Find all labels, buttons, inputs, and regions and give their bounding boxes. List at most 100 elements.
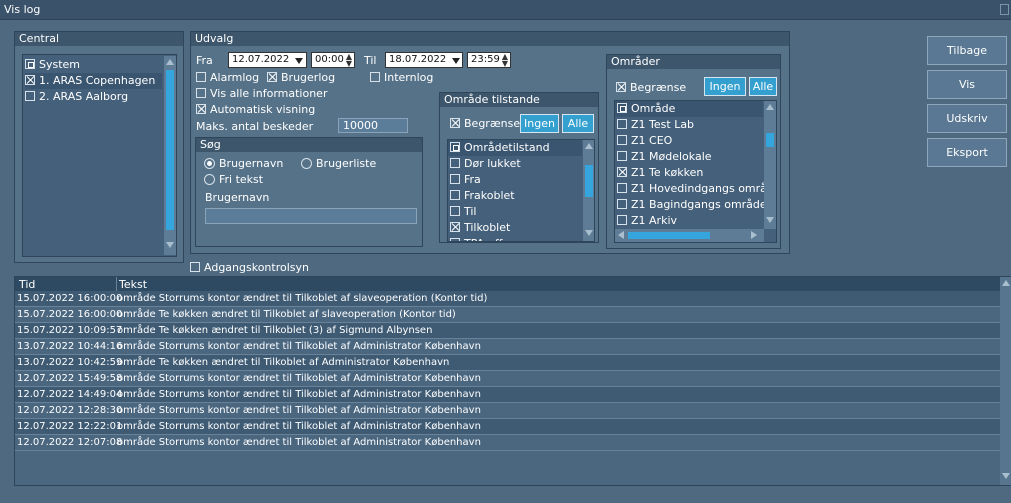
scroll-down-icon[interactable]	[1002, 473, 1010, 479]
ot-header-check-icon[interactable]	[450, 142, 460, 152]
brugernavn-input[interactable]	[205, 208, 417, 224]
ot-list-item[interactable]: Tilkoblet	[450, 220, 582, 236]
table-row[interactable]: 15.07.2022 16:00:00 område Storrums konto…	[15, 291, 1000, 307]
om-list-item[interactable]: Z1 Arkiv	[617, 213, 763, 229]
checkbox-icon[interactable]	[450, 206, 460, 216]
internlog-checkbox[interactable]: Internlog	[370, 71, 433, 84]
central-list-item[interactable]: System	[25, 57, 162, 73]
ot-ingen-button[interactable]: Ingen	[520, 114, 559, 133]
fritekst-radio-icon[interactable]	[204, 174, 215, 185]
om-vscroll-thumb[interactable]	[766, 133, 774, 147]
vis-alle-checkbox[interactable]: Vis alle informationer	[196, 87, 327, 100]
om-header-check-icon[interactable]	[617, 103, 627, 113]
scroll-up-icon[interactable]	[585, 143, 593, 149]
auto-visning-check-icon[interactable]	[196, 104, 206, 114]
fra-time-spinner-icon[interactable]: ▲ ▼	[346, 53, 352, 68]
om-list-item[interactable]: Z1 Hovedindgangs område	[617, 181, 776, 197]
adgangskontrolsyn-checkbox[interactable]: Adgangskontrolsyn	[190, 261, 309, 274]
column-divider[interactable]	[116, 277, 117, 291]
til-date-input[interactable]: 18.07.2022	[385, 52, 463, 68]
checkbox-icon[interactable]	[450, 238, 460, 241]
checkbox-icon[interactable]	[450, 190, 460, 200]
om-hscrollbar[interactable]	[615, 229, 764, 242]
central-scrollbar[interactable]	[164, 56, 176, 255]
checkbox-icon[interactable]	[617, 183, 627, 193]
om-alle-button[interactable]: Alle	[749, 77, 777, 96]
til-time-spinner-icon[interactable]: ▲ ▼	[502, 53, 508, 68]
internlog-check-icon[interactable]	[370, 72, 380, 82]
checkbox-icon[interactable]	[25, 75, 35, 85]
checkbox-icon[interactable]	[617, 119, 627, 129]
checkbox-icon[interactable]	[617, 199, 627, 209]
checkbox-icon[interactable]	[617, 135, 627, 145]
table-row[interactable]: 12.07.2022 15:49:58 område Storrums konto…	[15, 371, 1000, 387]
til-time-input[interactable]: 23:59 ▲ ▼	[467, 52, 511, 68]
om-list-item[interactable]: Z1 Test Lab	[617, 117, 763, 133]
table-row[interactable]: 12.07.2022 14:49:04 område Storrums konto…	[15, 387, 1000, 403]
scroll-left-icon[interactable]	[618, 231, 624, 239]
checkbox-icon[interactable]	[617, 151, 627, 161]
om-begraense-checkbox[interactable]: Begrænse	[616, 81, 686, 94]
table-row[interactable]: 12.07.2022 12:22:01 område Storrums konto…	[15, 419, 1000, 435]
ot-scrollbar[interactable]	[583, 140, 594, 241]
brugerliste-radio[interactable]: Brugerliste	[301, 157, 376, 170]
scroll-right-icon[interactable]	[751, 231, 757, 239]
log-scrollbar[interactable]	[1000, 277, 1011, 485]
checkbox-icon[interactable]	[25, 59, 35, 69]
checkbox-icon[interactable]	[617, 215, 627, 225]
ot-list-item[interactable]: TPA-off	[450, 236, 582, 241]
window-control-icon[interactable]	[1000, 4, 1009, 15]
table-row[interactable]: 12.07.2022 12:28:30 område Storrums konto…	[15, 403, 1000, 419]
ot-list-item[interactable]: Til	[450, 204, 582, 220]
eksport-button[interactable]: Eksport	[927, 138, 1007, 167]
om-list-item[interactable]: Z1 Mødelokale	[617, 149, 763, 165]
om-list-item[interactable]: Z1 Te køkken	[617, 165, 763, 181]
central-scroll-thumb[interactable]	[166, 70, 174, 230]
maks-input[interactable]: 10000	[338, 118, 408, 133]
vis-alle-check-icon[interactable]	[196, 88, 206, 98]
ot-scroll-thumb[interactable]	[585, 165, 593, 197]
table-row[interactable]: 13.07.2022 10:44:16 område Storrums konto…	[15, 339, 1000, 355]
om-begraense-check-icon[interactable]	[616, 82, 626, 92]
checkbox-icon[interactable]	[617, 167, 627, 177]
brugerlog-checkbox[interactable]: Brugerlog	[267, 71, 335, 84]
ot-begraense-check-icon[interactable]	[450, 118, 460, 128]
col-tekst-header[interactable]: Tekst	[119, 278, 147, 291]
om-list-item[interactable]: Z1 CEO	[617, 133, 763, 149]
fra-time-input[interactable]: 00:00 ▲ ▼	[311, 52, 355, 68]
scroll-up-icon[interactable]	[166, 59, 174, 65]
scroll-down-icon[interactable]	[766, 217, 774, 223]
auto-visning-checkbox[interactable]: Automatisk visning	[196, 103, 315, 116]
fra-date-dropdown-icon[interactable]	[295, 58, 303, 64]
central-list-item[interactable]: 2. ARAS Aalborg	[25, 89, 162, 105]
checkbox-icon[interactable]	[450, 174, 460, 184]
ot-alle-button[interactable]: Alle	[562, 114, 594, 133]
vis-button[interactable]: Vis	[927, 70, 1007, 99]
scroll-up-icon[interactable]	[766, 104, 774, 110]
table-row[interactable]: 15.07.2022 16:00:00 område Te køkken ændr…	[15, 307, 1000, 323]
om-list-item[interactable]: Z1 Bagindgangs område	[617, 197, 767, 213]
table-row[interactable]: 15.07.2022 10:09:57 område Te køkken ændr…	[15, 323, 1000, 339]
scroll-up-icon[interactable]	[1002, 280, 1010, 286]
ot-list-item[interactable]: Dør lukket	[450, 156, 582, 172]
om-vscrollbar[interactable]	[764, 101, 776, 229]
col-tid-header[interactable]: Tid	[19, 278, 35, 291]
brugerliste-radio-icon[interactable]	[301, 158, 312, 169]
checkbox-icon[interactable]	[25, 91, 35, 101]
fritekst-radio[interactable]: Fri tekst	[204, 173, 263, 186]
scroll-down-icon[interactable]	[585, 230, 593, 236]
alarmlog-check-icon[interactable]	[196, 72, 206, 82]
brugernavn-radio-icon[interactable]	[204, 158, 215, 169]
brugernavn-radio[interactable]: Brugernavn	[204, 157, 283, 170]
om-hscroll-thumb[interactable]	[628, 232, 710, 239]
alarmlog-checkbox[interactable]: Alarmlog	[196, 71, 259, 84]
table-row[interactable]: 12.07.2022 12:07:08 område Storrums konto…	[15, 435, 1000, 451]
om-ingen-button[interactable]: Ingen	[704, 77, 746, 96]
ot-list-item[interactable]: Fra	[450, 172, 582, 188]
table-row[interactable]: 13.07.2022 10:42:59 område Te køkken ændr…	[15, 355, 1000, 371]
tilbage-button[interactable]: Tilbage	[927, 36, 1007, 65]
adgangskontrolsyn-check-icon[interactable]	[190, 262, 200, 272]
brugerlog-check-icon[interactable]	[267, 72, 277, 82]
checkbox-icon[interactable]	[450, 158, 460, 168]
checkbox-icon[interactable]	[450, 222, 460, 232]
